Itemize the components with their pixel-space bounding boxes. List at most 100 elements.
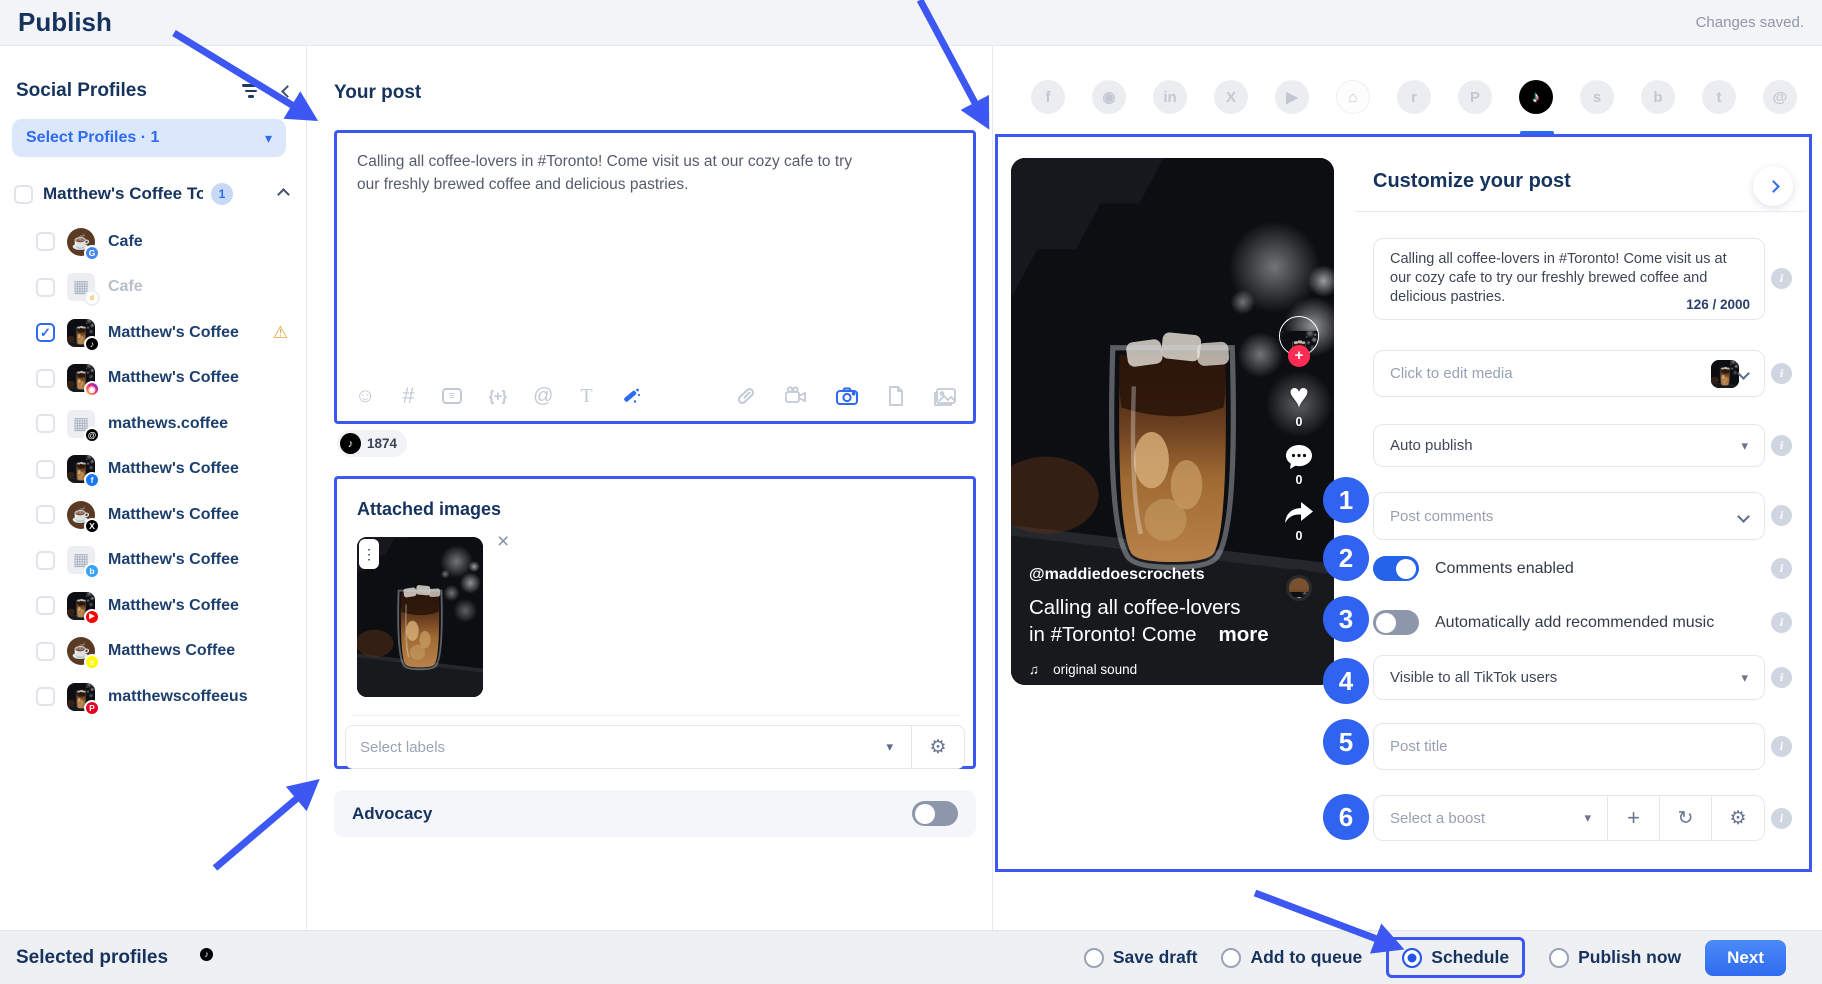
info-icon[interactable] [1771,505,1792,526]
comments-enabled-toggle[interactable] [1373,556,1419,581]
edit-media-dropdown[interactable]: Click to edit media [1373,350,1765,397]
caption-line: in #Toronto! Come [1029,623,1197,646]
boost-settings-icon[interactable]: ⚙ [1712,796,1764,840]
advocacy-toggle[interactable] [912,801,958,826]
info-icon[interactable] [1771,363,1792,384]
collapse-panel-button[interactable] [1753,166,1793,206]
profile-checkbox[interactable] [36,642,55,661]
profile-group-header[interactable]: Matthew's Coffee To… 1 [14,183,294,205]
post-editor[interactable]: Calling all coffee-lovers in #Toronto! C… [334,130,976,424]
step-badge-3: 3 [1323,596,1369,642]
select-boost-dropdown[interactable]: Select a boost ▾ [1374,796,1608,840]
collapse-sidebar-icon[interactable] [281,85,294,98]
media-library-icon[interactable] [933,385,957,407]
facebook-icon[interactable]: f [1031,80,1065,114]
info-icon[interactable] [1771,612,1792,633]
tiktok-icon: ♪ [84,336,100,352]
auto-music-toggle[interactable] [1373,610,1419,635]
info-icon[interactable] [1771,435,1792,456]
add-boost-button[interactable]: + [1608,796,1660,840]
profile-row[interactable]: ◉ Matthew's Coffee [0,356,306,402]
info-icon[interactable] [1771,736,1792,757]
next-button[interactable]: Next [1705,940,1786,976]
schedule-option[interactable]: Schedule [1402,947,1509,968]
ai-assistant-icon[interactable] [620,385,642,407]
profile-row[interactable]: ▦ b Matthew's Coffee [0,538,306,584]
link-icon[interactable] [735,385,757,407]
selected-profiles-label: Selected profiles [16,947,168,969]
bluesky-icon[interactable]: b [1641,80,1675,114]
refresh-boost-icon[interactable]: ↻ [1660,796,1712,840]
add-to-queue-radio[interactable] [1221,948,1241,968]
info-icon[interactable] [1771,268,1792,289]
auto-publish-dropdown[interactable]: Auto publish ▾ [1373,424,1765,467]
x-icon[interactable]: X [1214,80,1248,114]
image-menu-icon[interactable]: ⋮ [359,539,379,569]
profile-row[interactable]: P matthewscoffeeus [0,674,306,720]
camera-icon[interactable] [835,385,859,407]
publish-now-radio[interactable] [1549,948,1569,968]
pinterest-icon[interactable]: P [1458,80,1492,114]
instagram-icon[interactable]: ◉ [1092,80,1126,114]
filter-icon[interactable] [241,81,261,101]
profile-row[interactable]: ▦ ıl Cafe [0,265,306,311]
video-icon[interactable] [784,385,808,407]
schedule-radio[interactable] [1402,948,1422,968]
group-checkbox[interactable] [14,185,33,204]
saved-captions-icon[interactable]: ≡ [442,388,462,404]
info-icon[interactable] [1771,667,1792,688]
profile-checkbox[interactable] [36,323,55,342]
profile-checkbox[interactable] [36,460,55,479]
profile-checkbox[interactable] [36,687,55,706]
profile-row[interactable]: ▦ @ mathews.coffee [0,401,306,447]
profile-row[interactable]: f Matthew's Coffee [0,447,306,493]
info-icon[interactable] [1771,808,1792,829]
group-count-badge: 1 [211,183,233,205]
profile-checkbox[interactable] [36,596,55,615]
profile-checkbox[interactable] [36,369,55,388]
threads-icon[interactable]: @ [1763,80,1797,114]
text-format-icon[interactable]: T [580,385,592,408]
mention-icon[interactable]: @ [533,385,553,408]
labels-settings-icon[interactable]: ⚙ [912,736,964,759]
divider [351,715,959,716]
hashtag-icon[interactable]: # [402,383,414,409]
profile-row[interactable]: ▶ Matthew's Coffee [0,583,306,629]
profile-row[interactable]: ☕ G Cafe [0,219,306,265]
visibility-dropdown[interactable]: Visible to all TikTok users ▾ [1373,655,1765,700]
snapchat-icon[interactable]: s [1580,80,1614,114]
document-icon[interactable] [886,385,906,407]
profile-checkbox[interactable] [36,505,55,524]
post-title-field[interactable]: Post title [1373,723,1765,770]
select-labels-dropdown[interactable]: Select labels ▾ ⚙ [345,725,965,769]
youtube-icon[interactable]: ▶ [1275,80,1309,114]
profile-checkbox[interactable] [36,278,55,297]
add-to-queue-option[interactable]: Add to queue [1221,947,1362,968]
emoji-icon[interactable]: ☺ [355,385,375,408]
google-business-icon[interactable]: ⌂ [1336,80,1370,114]
profile-checkbox[interactable] [36,551,55,570]
caption-field[interactable]: Calling all coffee-lovers in #Toronto! C… [1373,238,1765,320]
select-profiles-dropdown[interactable]: Select Profiles · 1 ▾ [12,119,286,157]
tumblr-icon[interactable]: t [1702,80,1736,114]
chevron-up-icon[interactable] [277,188,290,201]
profile-row[interactable]: ☕ s Matthews Coffee [0,629,306,675]
linkedin-icon[interactable]: in [1153,80,1187,114]
profile-checkbox[interactable] [36,232,55,251]
profile-checkbox[interactable] [36,414,55,433]
reddit-icon[interactable]: r [1397,80,1431,114]
tiktok-icon[interactable]: ♪ [1519,80,1553,114]
profile-row[interactable]: ☕ X Matthew's Coffee [0,492,306,538]
post-text[interactable]: Calling all coffee-lovers in #Toronto! C… [337,133,897,214]
publish-now-option[interactable]: Publish now [1549,947,1681,968]
auto-music-row: Automatically add recommended music [1373,610,1714,635]
profile-row[interactable]: ♪ Matthew's Coffee ⚠ [0,310,306,356]
info-icon[interactable] [1771,558,1792,579]
remove-image-icon[interactable]: × [497,531,509,552]
save-draft-option[interactable]: Save draft [1084,947,1198,968]
attached-image[interactable]: ⋮ [357,537,483,697]
variables-icon[interactable]: {+} [489,388,506,405]
post-comments-dropdown[interactable]: Post comments [1373,492,1765,540]
save-draft-radio[interactable] [1084,948,1104,968]
tiktok-icon: ♪ [198,946,215,963]
